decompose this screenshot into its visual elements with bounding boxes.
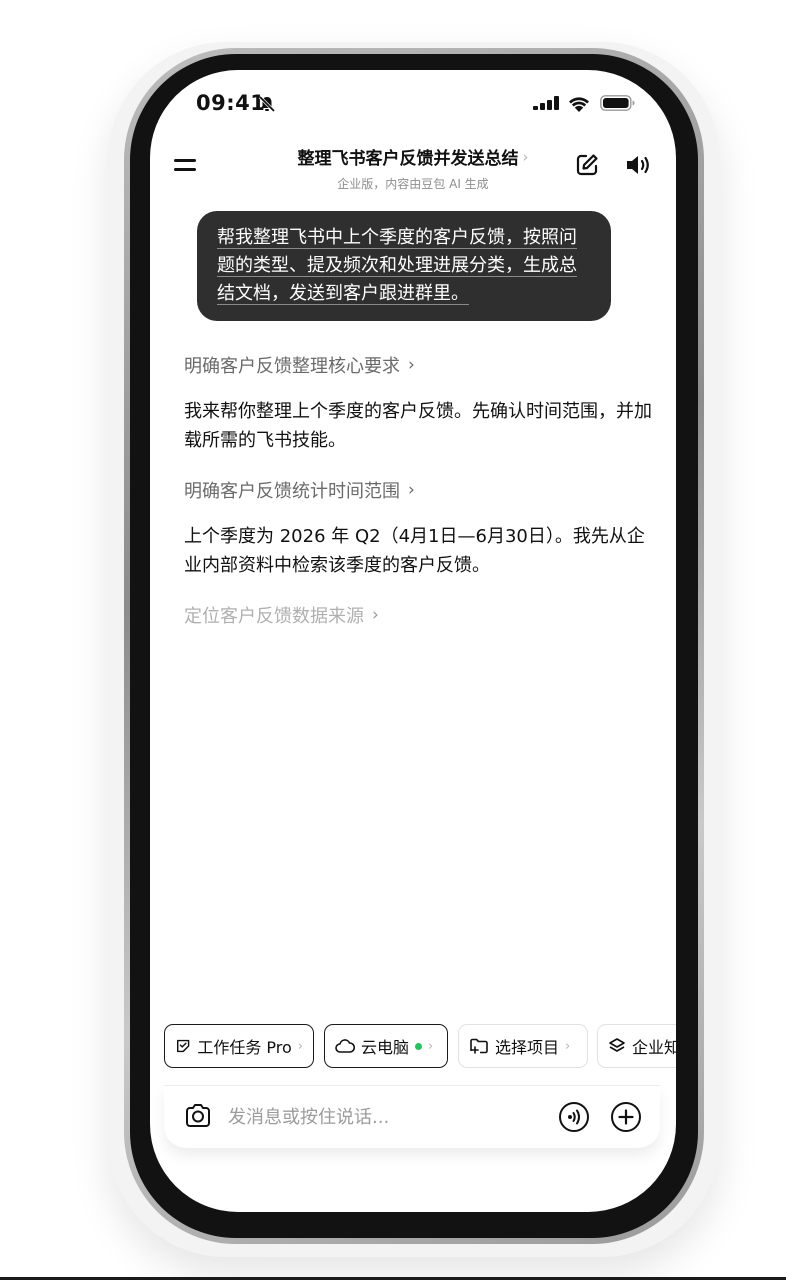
message-input[interactable]: [228, 1102, 528, 1132]
chip-label: 选择项目: [495, 1038, 560, 1057]
title-chevron-icon: ›: [522, 147, 529, 166]
user-message-bubble[interactable]: 帮我整理飞书中上个季度的客户反馈，按照问题的类型、提及频次和处理进展分类，生成总…: [197, 211, 611, 321]
step-label: 明确客户反馈整理核心要求: [184, 356, 400, 377]
chevron-right-icon: ›: [565, 1038, 571, 1054]
status-bar: 09:41: [150, 70, 676, 130]
user-message-text: 帮我整理飞书中上个季度的客户反馈，按照问题的类型、提及频次和处理进展分类，生成总…: [217, 227, 577, 304]
speaker-icon[interactable]: [624, 152, 652, 178]
page-title: 整理飞书客户反馈并发送总结: [297, 149, 519, 169]
phone-screen: 09:41 整理飞书客户反馈并发送总结 › 企业版，内容由豆包 AI 生成 帮我…: [150, 70, 676, 1212]
step-label: 明确客户反馈统计时间范围: [184, 481, 400, 502]
skill-chip-row[interactable]: 工作任务 Pro › 云电脑 › 选择项目 › 企业知识: [164, 1024, 676, 1070]
chip-label: 企业知识: [632, 1038, 676, 1057]
step-label: 定位客户反馈数据来源: [184, 606, 364, 627]
layers-icon: [609, 1038, 625, 1052]
plus-icon[interactable]: [610, 1101, 642, 1133]
menu-button[interactable]: [172, 152, 198, 178]
folder-add-icon: [470, 1038, 488, 1054]
chip-label: 工作任务 Pro: [197, 1038, 292, 1057]
new-chat-edit-icon[interactable]: [574, 152, 600, 178]
battery-icon: [600, 95, 635, 111]
online-status-dot: [415, 1042, 423, 1050]
message-composer: [164, 1086, 660, 1148]
cloud-pc-chip[interactable]: 云电脑 ›: [324, 1024, 448, 1068]
status-time: 09:41: [196, 91, 266, 115]
thinking-step-data-source[interactable]: 定位客户反馈数据来源 ›: [184, 602, 379, 628]
enterprise-knowledge-chip[interactable]: 企业知识: [597, 1024, 676, 1068]
voice-call-icon[interactable]: [558, 1101, 590, 1133]
select-project-chip[interactable]: 选择项目 ›: [458, 1024, 588, 1068]
thinking-step-requirements[interactable]: 明确客户反馈整理核心要求 ›: [184, 352, 415, 378]
assistant-paragraph-1: 我来帮你整理上个季度的客户反馈。先确认时间范围，并加载所需的飞书技能。: [184, 401, 652, 451]
chevron-right-icon: ›: [428, 1038, 434, 1054]
page-subtitle: 企业版，内容由豆包 AI 生成: [337, 177, 489, 191]
chevron-right-icon: ›: [372, 605, 379, 625]
camera-icon[interactable]: [183, 1101, 213, 1131]
task-icon: [176, 1039, 190, 1053]
wifi-icon: [569, 97, 589, 112]
conversation-title[interactable]: 整理飞书客户反馈并发送总结 › 企业版，内容由豆包 AI 生成: [240, 144, 586, 192]
chevron-right-icon: ›: [297, 1038, 303, 1054]
thinking-step-time-range[interactable]: 明确客户反馈统计时间范围 ›: [184, 477, 415, 503]
assistant-paragraph-2: 上个季度为 2026 年 Q2（4月1日—6月30日）。我先从企业内部资料中检索…: [184, 526, 645, 576]
cloud-icon: [335, 1039, 355, 1053]
chip-label: 云电脑: [361, 1038, 410, 1057]
cellular-signal-icon: [533, 96, 559, 110]
work-task-pro-chip[interactable]: 工作任务 Pro ›: [164, 1024, 314, 1068]
chevron-right-icon: ›: [408, 355, 415, 375]
muted-bell-icon: [258, 95, 276, 113]
chevron-right-icon: ›: [408, 480, 415, 500]
